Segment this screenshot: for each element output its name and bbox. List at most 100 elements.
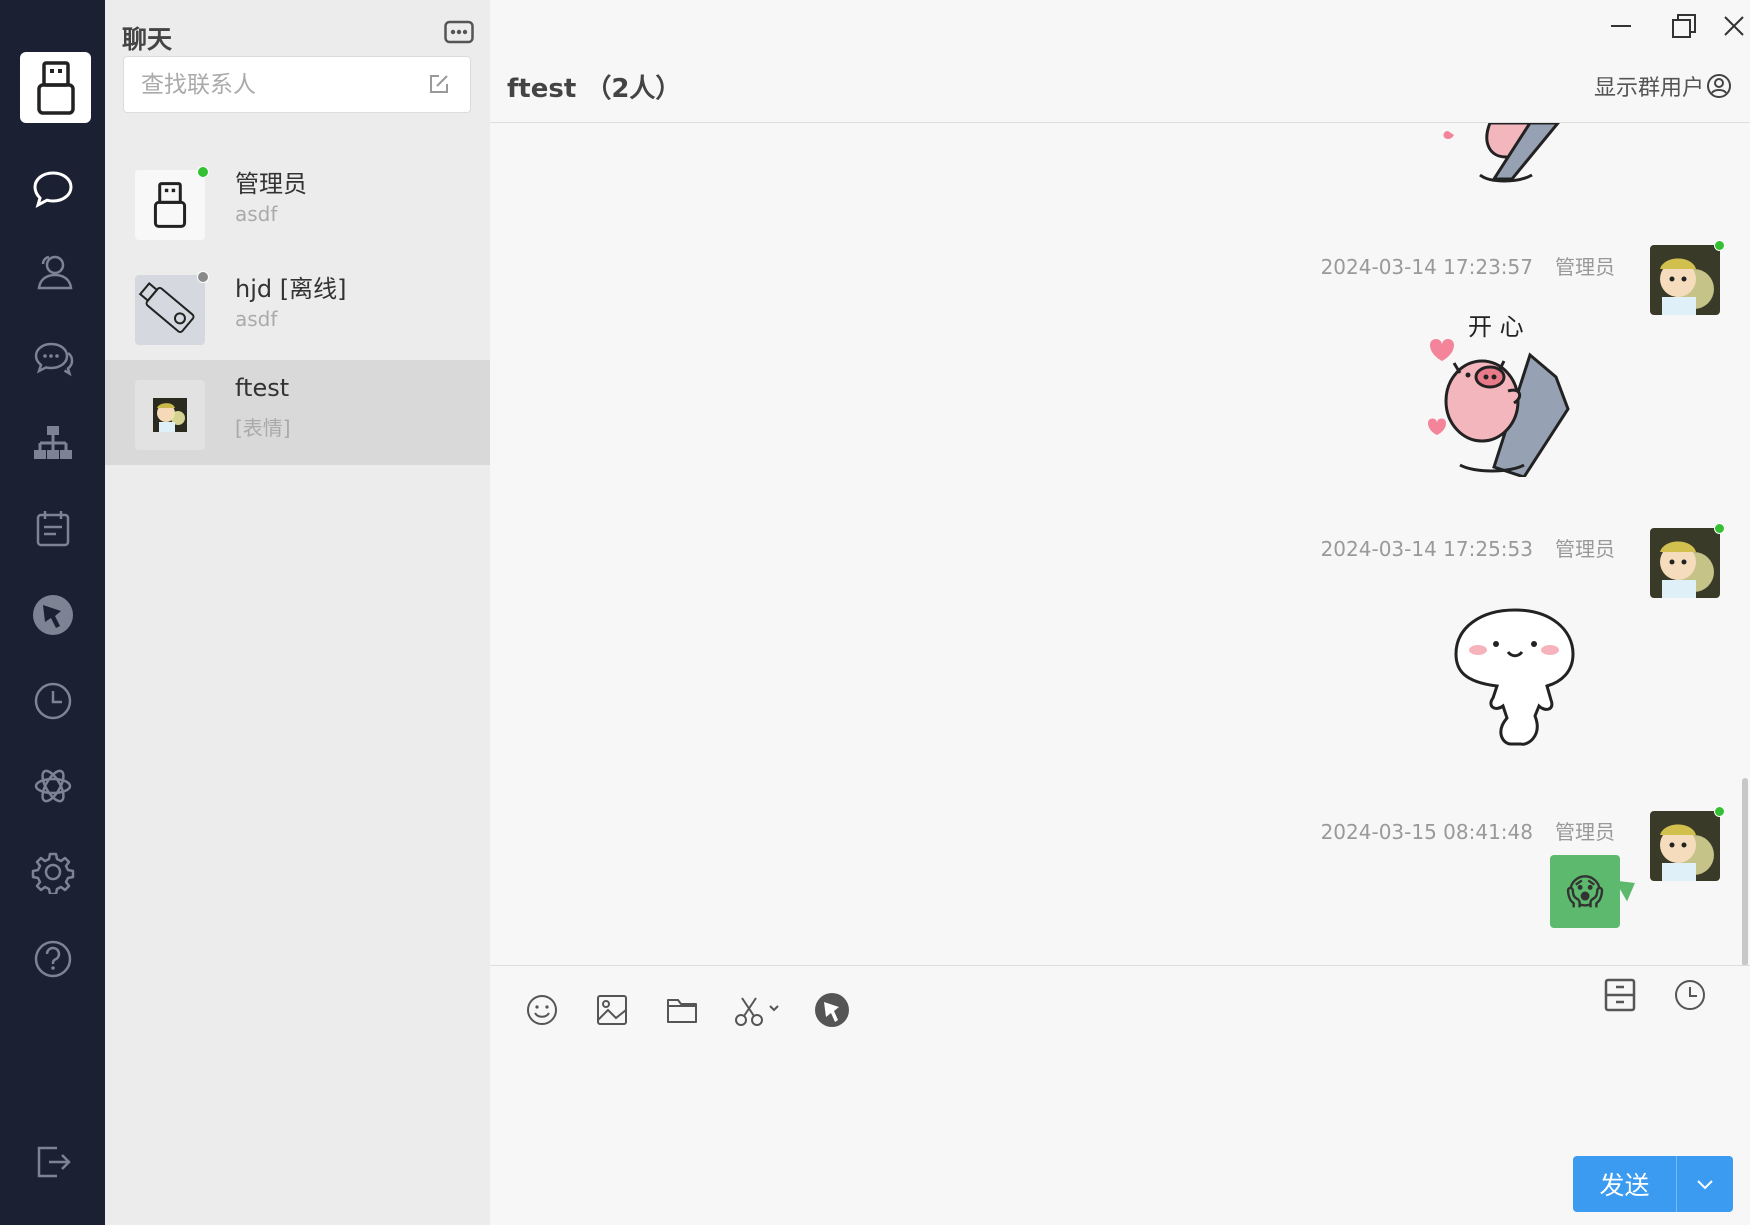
archive-icon [1604,978,1636,1012]
pig-happy-sticker[interactable]: 开 心 [1420,305,1600,482]
usb-drive-icon [36,60,75,115]
file-button[interactable] [662,990,702,1030]
chat-bubble-icon [32,171,73,208]
contact-search-input[interactable] [124,57,424,112]
contact-subtitle: [表情] [235,416,291,440]
message-timestamp: 2024-03-14 17:25:53 [1320,537,1533,561]
message-sender: 管理员 [1555,255,1615,279]
send-button-group: 发送 [1573,1156,1733,1212]
user-circle-icon [1707,74,1731,98]
nav-notes[interactable] [0,497,105,561]
chevron-down-icon [1697,1180,1713,1190]
pointer-logo-icon [32,595,73,635]
app-logo[interactable] [20,52,91,123]
emoji-button[interactable] [522,990,562,1030]
minimize-button[interactable] [1601,8,1641,44]
message-sender: 管理员 [1555,820,1615,844]
avatar-image [1650,245,1720,315]
send-options-button[interactable] [1677,1156,1733,1212]
avatar [135,170,205,240]
nav-app-logo[interactable] [0,583,105,647]
offline-status-dot [197,271,209,283]
calendar-note-icon [36,511,69,547]
image-icon [597,995,627,1025]
folder-icon [667,999,697,1023]
group-chat-icon [34,342,73,377]
message-input[interactable] [510,1045,1730,1145]
contact-subtitle: asdf [235,202,278,226]
show-members-button[interactable]: 显示群用户 [1594,70,1732,102]
contact-item-admin[interactable]: 管理员 asdf [105,150,490,255]
close-button[interactable] [1714,8,1750,44]
group-avatar-image [153,398,187,432]
contacts-icon [37,255,72,290]
message-scrollbar[interactable] [1742,778,1748,966]
dumpling-sticker-image [1454,608,1575,746]
nav-ai[interactable] [0,754,105,818]
dumpling-sticker[interactable] [1450,606,1580,753]
online-status-dot [197,166,209,178]
composer-divider [490,965,1750,966]
clock-icon [34,682,71,720]
nav-history[interactable] [0,669,105,733]
emoji-content: 😱 [1566,870,1604,912]
sticker-caption: 开 心 [1468,313,1524,341]
ai-knot-icon [34,769,71,803]
left-nav-rail [0,0,105,1225]
nav-group-chat[interactable] [0,327,105,391]
restore-icon [1672,14,1696,38]
more-options-button[interactable] [444,20,474,44]
message-meta: 2024-03-15 08:41:48 管理员 [1321,816,1615,845]
nav-help[interactable] [0,927,105,991]
nav-contacts[interactable] [0,240,105,304]
sender-avatar[interactable] [1650,811,1720,881]
avatar [135,380,205,450]
contact-name: hjd [离线] [235,275,347,303]
nav-settings[interactable] [0,840,105,904]
help-icon [34,940,71,978]
gear-icon [31,852,74,894]
pointer-app-button[interactable] [812,990,852,1030]
new-chat-edit-icon[interactable] [428,73,450,95]
message-sender: 管理员 [1555,537,1615,561]
avatar-image [1650,811,1720,881]
logout-icon [37,1146,71,1178]
close-icon [1724,16,1744,36]
message-bubble[interactable]: 😱 [1550,855,1620,928]
message-timestamp: 2024-03-14 17:23:57 [1320,255,1533,279]
online-status-dot [1714,523,1725,534]
message-timestamp: 2024-03-15 08:41:48 [1320,820,1533,844]
more-dots-icon [444,20,474,44]
panel-title: 聊天 [122,26,173,54]
message-meta: 2024-03-14 17:23:57 管理员 [1321,251,1615,280]
scissors-icon [735,997,779,1026]
sender-avatar[interactable] [1650,245,1720,315]
contact-item-ftest[interactable]: ftest [表情] [105,360,490,465]
logout-button[interactable] [0,1130,105,1194]
screenshot-button[interactable] [732,990,784,1030]
image-button[interactable] [592,990,632,1030]
message-list: 2024-03-14 17:23:57 管理员 开 心 2024-03-14 1… [490,123,1750,966]
message-meta: 2024-03-14 17:25:53 管理员 [1321,533,1615,562]
org-chart-icon [33,426,72,459]
chat-title: ftest （2人） [507,74,682,104]
send-button[interactable]: 发送 [1573,1156,1677,1212]
contact-item-hjd[interactable]: hjd [离线] asdf [105,255,490,360]
chat-main: ftest （2人） 显示群用户 2024-03-14 17:23:57 管理员 [490,0,1750,1225]
contact-subtitle: asdf [235,307,278,331]
contact-list: 管理员 asdf hjd [离线] asdf ftest [表情] [105,150,490,465]
nav-org-chart[interactable] [0,412,105,476]
sender-avatar[interactable] [1650,528,1720,598]
show-members-label: 显示群用户 [1593,76,1704,101]
pointer-logo-icon [815,993,849,1027]
usb-drive-icon [153,182,187,228]
clock-icon [1675,980,1705,1010]
archive-button[interactable] [1600,975,1640,1015]
restore-button[interactable] [1664,8,1704,44]
contact-name: 管理员 [235,170,307,198]
nav-chat[interactable] [0,157,105,221]
smiley-icon [527,995,557,1025]
pig-sticker-partial [1443,123,1560,183]
contact-search-box [123,56,471,113]
history-button[interactable] [1670,975,1710,1015]
